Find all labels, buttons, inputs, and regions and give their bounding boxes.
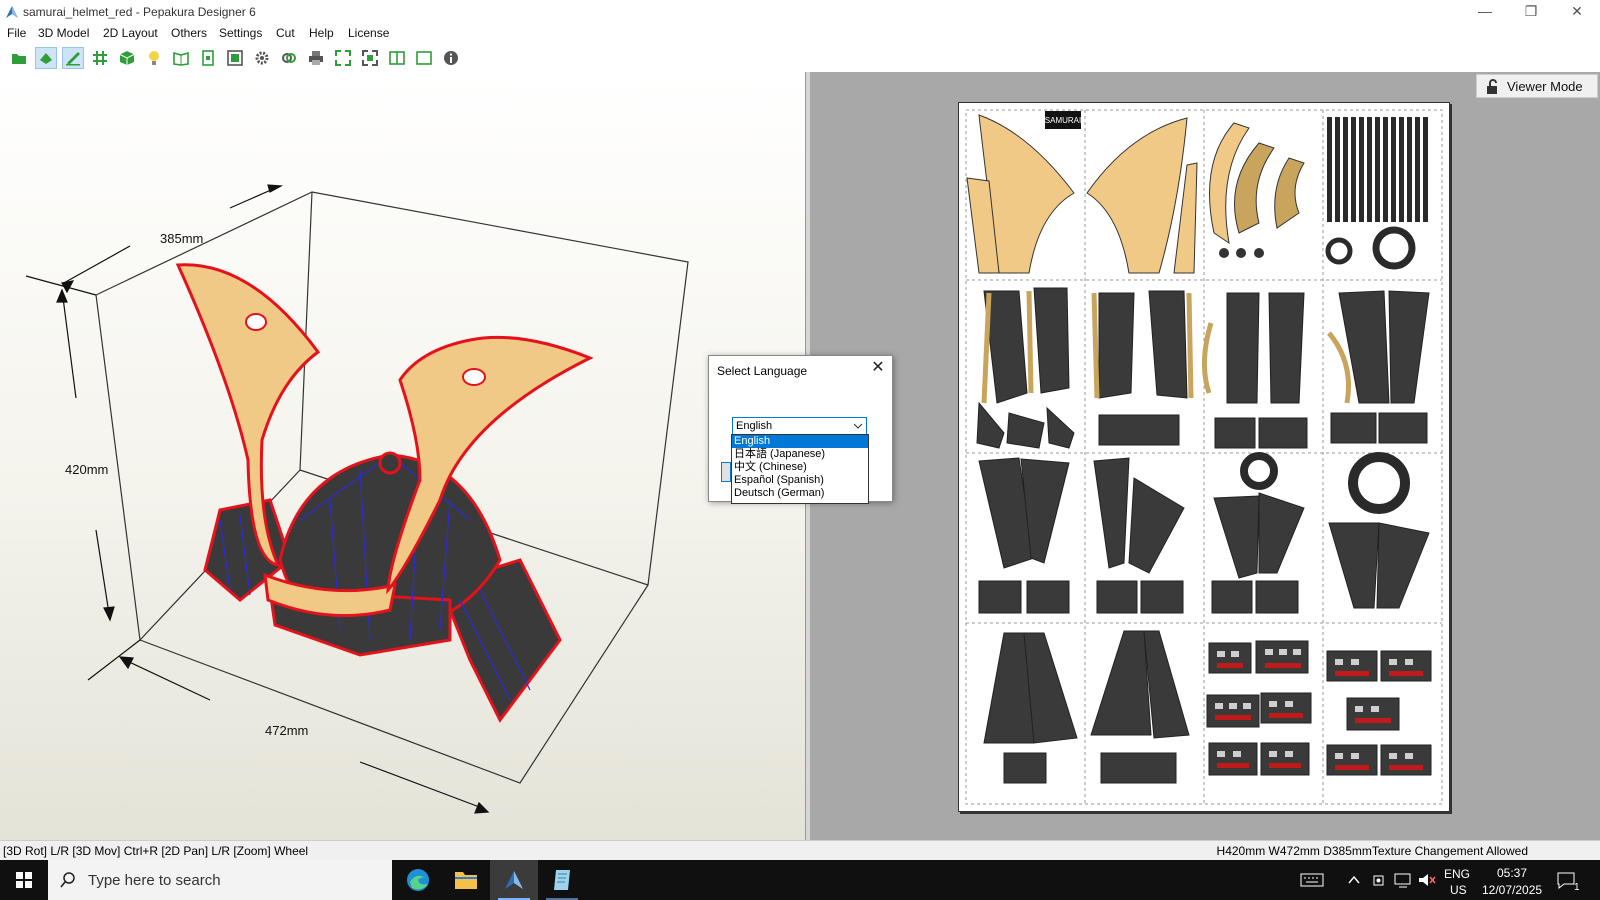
windows-icon bbox=[16, 872, 32, 888]
taskbar-pepakura[interactable] bbox=[490, 860, 538, 900]
language-dropdown-list: English 日本語 (Japanese) 中文 (Chinese) Espa… bbox=[731, 434, 869, 504]
print-icon[interactable] bbox=[305, 47, 327, 69]
minimize-button[interactable]: — bbox=[1462, 0, 1508, 24]
paper-sheet: SAMURAI bbox=[958, 102, 1450, 812]
menu-2d-layout[interactable]: 2D Layout bbox=[103, 26, 158, 40]
sheet-logo: SAMURAI bbox=[1045, 116, 1081, 125]
chevron-down-icon bbox=[853, 423, 863, 429]
3d-view[interactable]: 385mm 420mm 472mm bbox=[0, 72, 806, 840]
clock-time[interactable]: 05:37 bbox=[1497, 866, 1527, 880]
single-view-icon[interactable] bbox=[413, 47, 435, 69]
pepakura-app-icon bbox=[6, 6, 18, 18]
start-button[interactable] bbox=[0, 860, 48, 900]
unfold-icon[interactable] bbox=[35, 47, 57, 69]
language-option-english[interactable]: English bbox=[732, 435, 868, 448]
clock-date[interactable]: 12/07/2025 bbox=[1482, 883, 1542, 897]
taskbar-app[interactable] bbox=[538, 860, 586, 900]
grid-icon[interactable] bbox=[89, 47, 111, 69]
dialog-close-button[interactable]: ✕ bbox=[870, 360, 886, 376]
pepakura-icon bbox=[505, 871, 523, 889]
restore-button[interactable]: ❐ bbox=[1508, 0, 1554, 24]
link-icon[interactable] bbox=[278, 47, 300, 69]
book-icon[interactable] bbox=[170, 47, 192, 69]
taskbar-edge[interactable] bbox=[394, 860, 442, 900]
close-window-button[interactable]: ✕ bbox=[1554, 0, 1600, 24]
viewer-mode-label: Viewer Mode bbox=[1507, 79, 1583, 94]
unfolded-parts: SAMURAI bbox=[965, 109, 1443, 805]
fit-icon[interactable] bbox=[224, 47, 246, 69]
light-bulb-icon[interactable] bbox=[143, 47, 165, 69]
gear-icon[interactable] bbox=[251, 47, 273, 69]
open-folder-icon[interactable] bbox=[8, 47, 30, 69]
status-bar: [3D Rot] L/R [3D Mov] Ctrl+R [2D Pan] L/… bbox=[0, 840, 1600, 861]
lock-icon bbox=[1487, 79, 1497, 94]
width-dimension-label: 472mm bbox=[265, 723, 309, 738]
notepad-icon bbox=[554, 870, 570, 890]
language-option-japanese[interactable]: 日本語 (Japanese) bbox=[732, 448, 868, 461]
menu-help[interactable]: Help bbox=[309, 26, 334, 40]
edit-icon[interactable] bbox=[62, 47, 84, 69]
taskbar-file-explorer[interactable] bbox=[442, 860, 490, 900]
menu-cut[interactable]: Cut bbox=[276, 26, 295, 40]
expand-icon[interactable] bbox=[332, 47, 354, 69]
notification-icon[interactable] bbox=[1556, 871, 1576, 889]
depth-dimension-label: 385mm bbox=[160, 231, 204, 246]
3d-helmet-model bbox=[25, 184, 689, 814]
search-placeholder: Type here to search bbox=[88, 872, 221, 889]
status-dimensions: H420mm W472mm D385mmTexture Changement A… bbox=[1216, 844, 1528, 858]
chevron-up-icon[interactable] bbox=[1348, 874, 1360, 886]
dialog-title: Select Language bbox=[717, 364, 808, 378]
taskbar: Type here to search ENG US 05:37 12/07/2… bbox=[0, 860, 1600, 900]
toolbar bbox=[0, 44, 1600, 73]
viewer-mode-button[interactable]: Viewer Mode bbox=[1476, 74, 1598, 98]
language-option-chinese[interactable]: 中文 (Chinese) bbox=[732, 461, 868, 474]
keyboard-icon[interactable] bbox=[1300, 872, 1324, 888]
status-hints: [3D Rot] L/R [3D Mov] Ctrl+R [2D Pan] L/… bbox=[3, 844, 309, 858]
language-option-german[interactable]: Deutsch (German) bbox=[732, 487, 868, 500]
menu-others[interactable]: Others bbox=[171, 26, 207, 40]
menu-license[interactable]: License bbox=[348, 26, 389, 40]
input-language[interactable]: ENG bbox=[1444, 867, 1470, 881]
title-bar: samurai_helmet_red - Pepakura Designer 6… bbox=[0, 0, 1600, 24]
taskbar-search-box[interactable]: Type here to search bbox=[48, 860, 392, 900]
folder-icon bbox=[455, 872, 477, 889]
edge-icon bbox=[407, 869, 429, 891]
info-icon[interactable] bbox=[440, 47, 462, 69]
notification-count: 1 bbox=[1574, 882, 1580, 893]
page-icon[interactable] bbox=[197, 47, 219, 69]
network-icon[interactable] bbox=[1394, 872, 1412, 888]
language-option-spanish[interactable]: Español (Spanish) bbox=[732, 474, 868, 487]
window-title: samurai_helmet_red - Pepakura Designer 6 bbox=[23, 5, 256, 19]
language-select[interactable]: English bbox=[732, 417, 867, 435]
expand-all-icon[interactable] bbox=[359, 47, 381, 69]
menu-file[interactable]: File bbox=[7, 26, 26, 40]
menu-bar: File 3D Model 2D Layout Others Settings … bbox=[0, 24, 1600, 44]
language-select-value: English bbox=[736, 420, 773, 432]
volume-muted-icon[interactable] bbox=[1418, 872, 1436, 888]
height-dimension-label: 420mm bbox=[65, 462, 109, 477]
cube-icon[interactable] bbox=[116, 47, 138, 69]
ok-button[interactable] bbox=[721, 462, 731, 482]
search-icon bbox=[60, 872, 75, 888]
menu-3d-model[interactable]: 3D Model bbox=[38, 26, 89, 40]
split-view-icon[interactable] bbox=[386, 47, 408, 69]
meet-now-icon[interactable] bbox=[1372, 872, 1386, 888]
menu-settings[interactable]: Settings bbox=[219, 26, 262, 40]
input-region[interactable]: US bbox=[1450, 883, 1467, 897]
